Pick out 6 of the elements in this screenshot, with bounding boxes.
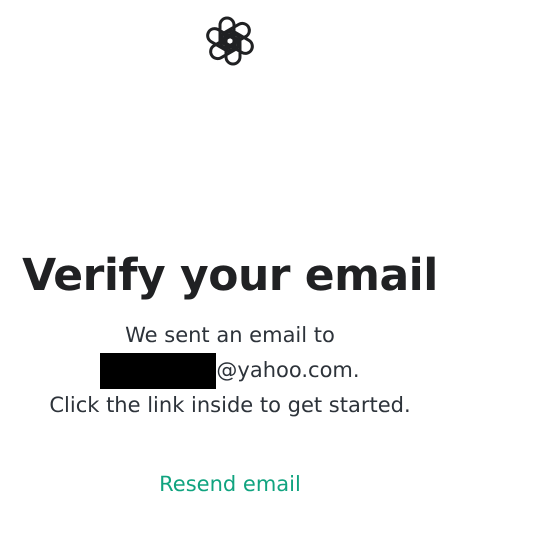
message-text: We sent an email to [125, 322, 335, 349]
logo-icon [203, 14, 257, 68]
page-title: Verify your email [22, 250, 438, 301]
resend-email-link[interactable]: Resend email [159, 472, 301, 496]
message-text: Click the link inside to get started. [49, 392, 411, 419]
email-address: @yahoo.com. [216, 356, 360, 384]
